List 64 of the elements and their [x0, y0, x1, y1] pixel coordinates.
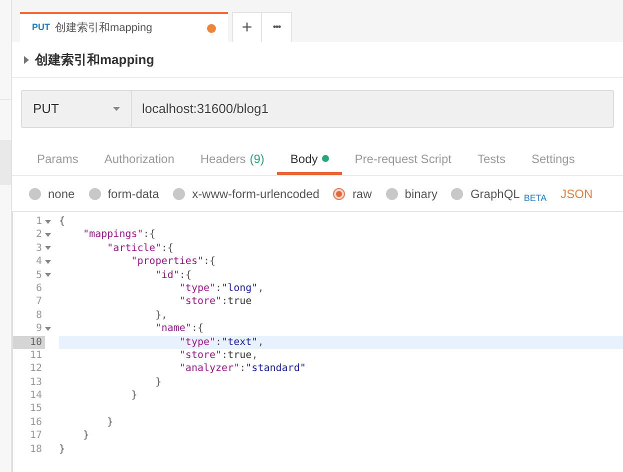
code-line: }	[59, 444, 66, 455]
code-line: "analyzer":"standard"	[178, 363, 306, 374]
line-number: 8	[34, 308, 43, 322]
fold-icon[interactable]	[45, 246, 51, 250]
tab[interactable]: Body	[277, 142, 342, 175]
code-line: }	[106, 416, 114, 428]
fold-icon[interactable]	[45, 220, 51, 224]
code-line: "type":"text",	[178, 336, 264, 348]
fold-icon[interactable]	[45, 233, 51, 238]
line-number: 10	[13, 336, 45, 349]
line-number: 4	[34, 255, 43, 269]
code-line: "name":{	[154, 323, 204, 334]
radio-button[interactable]	[88, 188, 101, 200]
line-number: 2	[34, 228, 43, 242]
code-line: "store":true	[178, 296, 252, 308]
code-editor[interactable]: 1 { 2 "mappings":{ 3 "article":{ 4 "properties":{ 5 "id":{ 6 "type":"long", 7 "store":true 8 }, 9 "name":{ 10 "type":"text", 11 "store":true, 12 "analyzer":"standard" 13 } 14 } 15 16 } 17 } 18 }	[12, 212, 623, 472]
line-number: 12	[28, 362, 43, 376]
radio-option[interactable]: x-www-form-urlencoded	[173, 184, 320, 202]
request-name: 创建索引和mapping	[35, 50, 154, 69]
header-count: (9)	[250, 150, 264, 168]
new-tab-button[interactable]: +	[233, 13, 262, 42]
code-line: },	[154, 310, 168, 321]
radio-option[interactable]: GraphQL BETA	[451, 184, 547, 203]
line-number: 16	[28, 416, 43, 430]
method-label: PUT	[32, 21, 50, 34]
line-number: 15	[28, 402, 43, 416]
code-line: }	[154, 376, 162, 388]
code-line: "type":"long",	[178, 282, 264, 294]
fold-icon[interactable]	[45, 260, 51, 264]
line-number: 6	[34, 282, 43, 296]
line-number: 14	[28, 389, 43, 402]
radio-option[interactable]: none	[29, 184, 75, 202]
radio-button[interactable]	[29, 188, 41, 200]
code-line: "id":{	[154, 270, 192, 281]
fold-icon[interactable]	[45, 273, 51, 278]
line-number: 3	[34, 242, 43, 256]
line-number: 9	[34, 322, 43, 336]
fold-icon[interactable]	[45, 326, 51, 331]
request-tab[interactable]: PUT 创建索引和mapping	[20, 12, 228, 42]
radio-option[interactable]: raw	[333, 184, 372, 202]
line-number: 11	[28, 348, 43, 362]
line-number: 17	[28, 429, 43, 443]
beta-label: BETA	[524, 193, 547, 203]
line-number: 1	[34, 215, 43, 228]
radio-option[interactable]: form-data	[88, 184, 160, 202]
radio-button[interactable]	[451, 188, 464, 200]
code-line: }	[130, 390, 138, 402]
code-line: "store":true,	[178, 350, 258, 361]
radio-button[interactable]	[333, 188, 346, 200]
radio-option[interactable]: binary	[386, 184, 438, 202]
expand-icon[interactable]	[24, 56, 29, 64]
tab-title: 创建索引和mapping	[55, 20, 154, 36]
radio-button[interactable]	[173, 188, 186, 200]
code-line: {	[59, 216, 66, 227]
code-line: "article":{	[106, 242, 174, 254]
line-number: 18	[28, 442, 43, 456]
code-line: }	[82, 430, 90, 442]
radio-button[interactable]	[386, 188, 398, 200]
line-number: 5	[34, 268, 43, 282]
line-number: 13	[28, 376, 43, 390]
code-line: "mappings":{	[82, 229, 156, 240]
more-button[interactable]: •••	[262, 13, 291, 42]
line-number: 7	[34, 295, 43, 309]
code-line: "properties":{	[130, 256, 216, 268]
